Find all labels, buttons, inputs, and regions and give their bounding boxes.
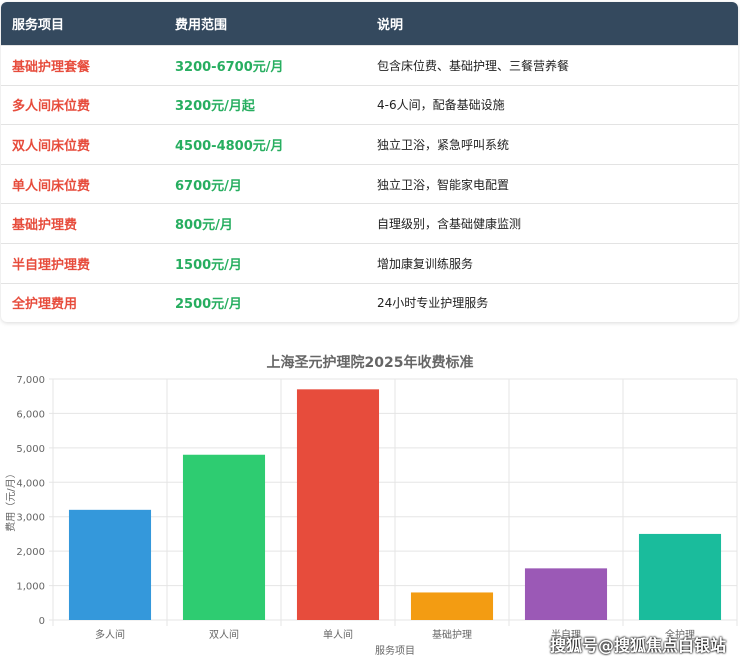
desc-cell: 自理级别，含基础健康监测 [377, 217, 522, 232]
service-cell: 基础护理套餐 [12, 59, 91, 75]
service-cell: 基础护理费 [12, 218, 78, 234]
table-row: 单人间床位费 6700元/月 独立卫浴，智能家电配置 [1, 163, 738, 204]
header-service: 服务项目 [12, 18, 65, 33]
x-tick-label: 基础护理 [432, 628, 472, 641]
y-tick-label: 5,000 [16, 444, 45, 455]
bar-半自理 [524, 568, 608, 620]
desc-cell: 24小时专业护理服务 [377, 296, 489, 311]
desc-cell: 增加康复训练服务 [377, 256, 474, 271]
fee-cell: 3200-6700元/月 [175, 59, 284, 75]
y-axis-title: 费用（元/月） [4, 468, 17, 531]
service-cell: 半自理护理费 [12, 257, 91, 273]
fee-table: 服务项目 费用范围 说明 基础护理套餐 3200-6700元/月 包含床位费、基础护… [1, 2, 738, 323]
table-row: 基础护理套餐 3200-6700元/月 包含床位费、基础护理、三餐营养餐 [1, 45, 738, 85]
x-tick-label: 多人间 [95, 628, 125, 641]
fee-cell: 6700元/月 [175, 178, 242, 194]
bar-多人间 [68, 509, 152, 620]
desc-cell: 独立卫浴，智能家电配置 [377, 177, 510, 192]
x-tick-label: 单人间 [323, 628, 353, 641]
fee-cell: 2500元/月 [175, 297, 242, 313]
bar-全护理 [638, 533, 722, 620]
y-tick-label: 7,000 [16, 375, 45, 386]
chart-title: 上海圣元护理院2025年收费标准 [267, 354, 474, 371]
table-row: 基础护理费 800元/月 自理级别，含基础健康监测 [1, 203, 738, 243]
y-tick-label: 4,000 [16, 478, 45, 489]
fee-cell: 1500元/月 [175, 257, 242, 273]
y-tick-label: 2,000 [16, 547, 45, 558]
table-row: 半自理护理费 1500元/月 增加康复训练服务 [1, 242, 738, 283]
fee-cell: 3200元/月起 [175, 99, 255, 115]
desc-cell: 包含床位费、基础护理、三餐营养餐 [377, 58, 570, 73]
y-tick-label: 1,000 [16, 582, 45, 593]
fee-bar-chart: 上海圣元护理院2025年收费标准 0 1,000 2,000 3,000 4,000 5,0… [4, 354, 738, 657]
y-tick-label: 0 [39, 616, 45, 627]
watermark: 搜狐号@搜狐焦点白银站 [549, 636, 726, 655]
desc-cell: 4-6人间，配备基础设施 [377, 98, 505, 113]
fee-cell: 800元/月 [175, 218, 233, 234]
service-cell: 全护理费用 [12, 297, 78, 313]
header-desc: 说明 [377, 18, 404, 33]
bar-双人间 [182, 454, 266, 620]
x-tick-label: 双人间 [209, 628, 239, 641]
bar-基础护理 [410, 592, 494, 620]
service-cell: 多人间床位费 [12, 99, 91, 115]
bar-单人间 [296, 389, 380, 620]
service-cell: 双人间床位费 [12, 138, 91, 154]
table-row: 多人间床位费 3200元/月起 4-6人间，配备基础设施 [1, 84, 738, 125]
y-tick-label: 6,000 [16, 409, 45, 420]
y-tick-label: 3,000 [16, 513, 45, 524]
fee-cell: 4500-4800元/月 [175, 138, 284, 154]
table-row: 双人间床位费 4500-4800元/月 独立卫浴，紧急呼叫系统 [1, 124, 738, 164]
header-fee: 费用范围 [175, 18, 228, 33]
service-cell: 单人间床位费 [12, 178, 91, 194]
table-header: 服务项目 费用范围 说明 [1, 2, 738, 45]
table-row: 全护理费用 2500元/月 24小时专业护理服务 [1, 282, 738, 323]
desc-cell: 独立卫浴，紧急呼叫系统 [377, 137, 510, 152]
x-axis-title: 服务项目 [375, 644, 415, 657]
